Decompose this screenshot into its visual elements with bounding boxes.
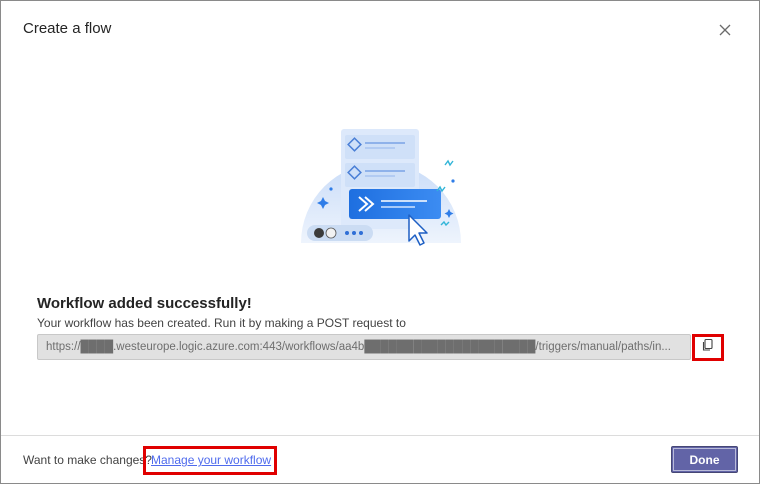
dialog-title: Create a flow	[23, 20, 112, 37]
done-button[interactable]: Done	[671, 446, 738, 473]
copy-icon	[701, 338, 715, 357]
create-flow-dialog: Create a flow Workflow added successfull…	[0, 0, 760, 484]
close-icon[interactable]	[716, 21, 734, 39]
manage-workflow-link[interactable]: Manage your workflow	[151, 453, 271, 467]
footer-prompt: Want to make changes?	[23, 453, 152, 467]
workflow-url-field[interactable]: https://████.westeurope.logic.azure.com:…	[37, 334, 691, 360]
success-description: Your workflow has been created. Run it b…	[37, 316, 406, 330]
success-heading: Workflow added successfully!	[37, 295, 252, 312]
footer-divider	[1, 435, 759, 436]
copy-url-button[interactable]	[692, 334, 724, 361]
workflow-illustration	[297, 125, 467, 250]
